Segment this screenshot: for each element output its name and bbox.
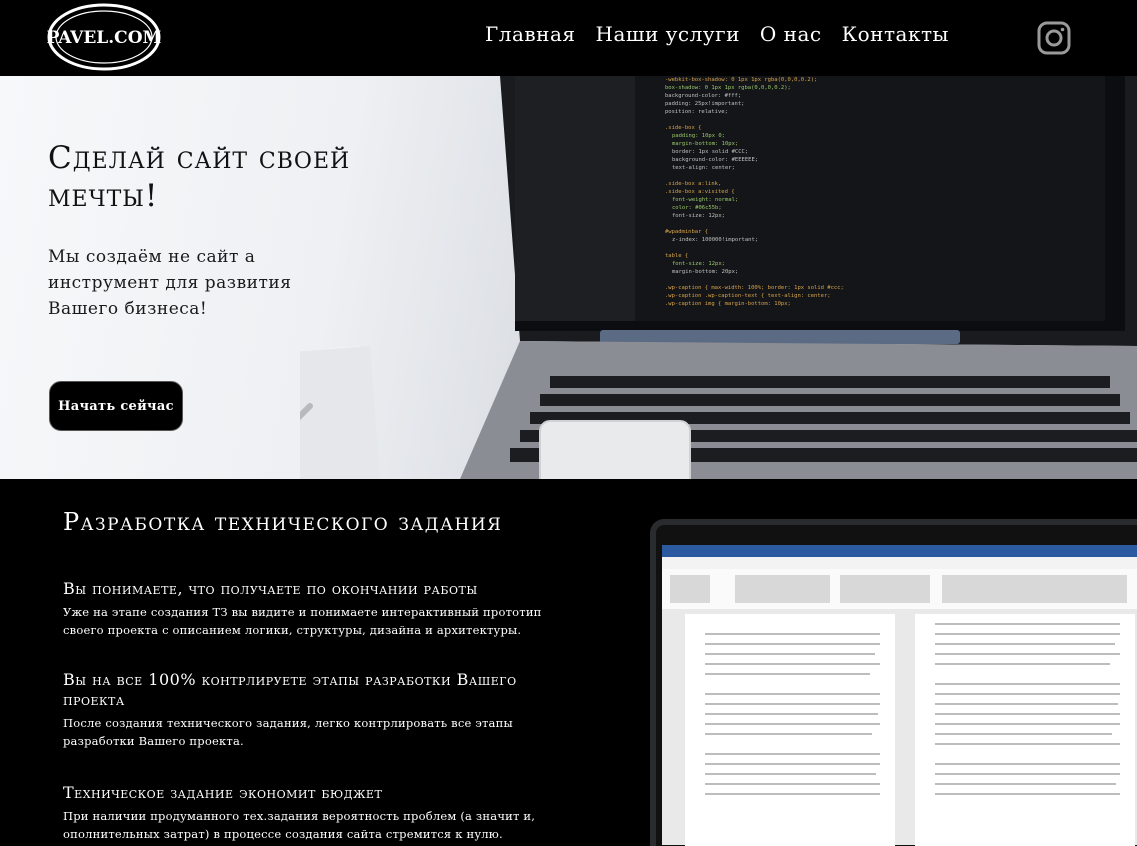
svg-text:position: relative;: position: relative;: [665, 109, 728, 115]
svg-text:.wp-caption img { margin-botto: .wp-caption img { margin-bottom: 10px;: [665, 301, 791, 307]
svg-text:#wpadminbar {: #wpadminbar {: [665, 229, 708, 235]
main-nav: Главная Наши услуги О нас Контакты: [485, 22, 949, 46]
start-now-button[interactable]: Начать сейчас: [49, 381, 183, 431]
svg-text:.side-box {: .side-box {: [665, 125, 701, 131]
feature-heading: Вы на все 100% контрлируете этапы разраб…: [63, 670, 517, 709]
svg-text:font-size: 12px;: font-size: 12px;: [672, 261, 725, 267]
nav-item-contacts[interactable]: Контакты: [842, 22, 949, 46]
svg-text:z-index: 100000!important;: z-index: 100000!important;: [672, 237, 758, 243]
nav-item-about[interactable]: О нас: [760, 22, 822, 46]
feature-text: При наличии продуманного тех.задания вер…: [63, 809, 536, 841]
hero-subtitle: Мы создаём не сайт а инструмент для разв…: [48, 247, 292, 319]
svg-text:.side-box a:link,: .side-box a:link,: [665, 181, 721, 187]
svg-text:.wp-caption .wp-caption-text {: .wp-caption .wp-caption-text { text-alig…: [665, 293, 831, 299]
svg-text:background-color: #EEEEEE;: background-color: #EEEEEE;: [672, 157, 758, 163]
section-title: Разработка технического задания: [63, 508, 503, 536]
feature-item: Вы на все 100% контрлируете этапы разраб…: [63, 670, 563, 750]
nav-item-services[interactable]: Наши услуги: [596, 22, 740, 46]
logo-text: PAVEL.COM: [47, 28, 162, 48]
hero-title: Сделай сайт своей мечты!: [48, 140, 351, 214]
svg-text:padding: 10px 0;: padding: 10px 0;: [672, 133, 725, 139]
site-header: PAVEL.COM Главная Наши услуги О нас Конт…: [0, 0, 1137, 76]
site-logo[interactable]: PAVEL.COM: [46, 2, 162, 72]
svg-text:margin-bottom: 20px;: margin-bottom: 20px;: [672, 269, 738, 275]
svg-text:margin-bottom: 10px;: margin-bottom: 10px;: [672, 141, 738, 147]
svg-text:.wp-caption { max-width: 100%;: .wp-caption { max-width: 100%; border: 1…: [665, 285, 844, 291]
feature-item: Вы понимаете, что получаете по окончании…: [63, 579, 563, 639]
feature-item: Техническое задание экономит бюджет При …: [63, 783, 563, 843]
svg-text:background-color: #fff;: background-color: #fff;: [665, 93, 741, 99]
svg-text:-webkit-box-shadow: 0 1px 1px: -webkit-box-shadow: 0 1px 1px rgba(0,0,0…: [665, 77, 817, 83]
hero-laptop-image: -webkit-box-shadow: 0 1px 1px rgba(0,0,0…: [300, 76, 1137, 479]
svg-text:box-shadow: 0 1px 1px rgba(0,0: box-shadow: 0 1px 1px rgba(0,0,0,0.2);: [665, 85, 791, 91]
document-laptop-image: [650, 519, 1137, 846]
nav-item-home[interactable]: Главная: [485, 22, 576, 46]
svg-text:font-weight: normal;: font-weight: normal;: [672, 197, 738, 203]
svg-text:border: 1px solid #CCC;: border: 1px solid #CCC;: [672, 149, 748, 155]
feature-heading: Вы понимаете, что получаете по окончании…: [63, 579, 478, 598]
feature-text: Уже на этапе создания ТЗ вы видите и пон…: [63, 605, 542, 637]
svg-text:table {: table {: [665, 253, 688, 259]
feature-heading: Техническое задание экономит бюджет: [63, 783, 383, 802]
svg-text:font-size: 12px;: font-size: 12px;: [672, 213, 725, 219]
feature-text: После создания технического задания, лег…: [63, 716, 513, 748]
instagram-icon[interactable]: [1037, 21, 1071, 55]
svg-text:text-align: center;: text-align: center;: [672, 165, 735, 171]
tech-spec-section: Разработка технического задания Вы поним…: [0, 479, 1137, 846]
svg-text:.side-box a:visited {: .side-box a:visited {: [665, 189, 735, 195]
svg-text:color: #06c55b;: color: #06c55b;: [672, 205, 722, 211]
svg-text:padding: 25px!important;: padding: 25px!important;: [665, 101, 744, 107]
hero-banner: -webkit-box-shadow: 0 1px 1px rgba(0,0,0…: [0, 76, 1137, 479]
